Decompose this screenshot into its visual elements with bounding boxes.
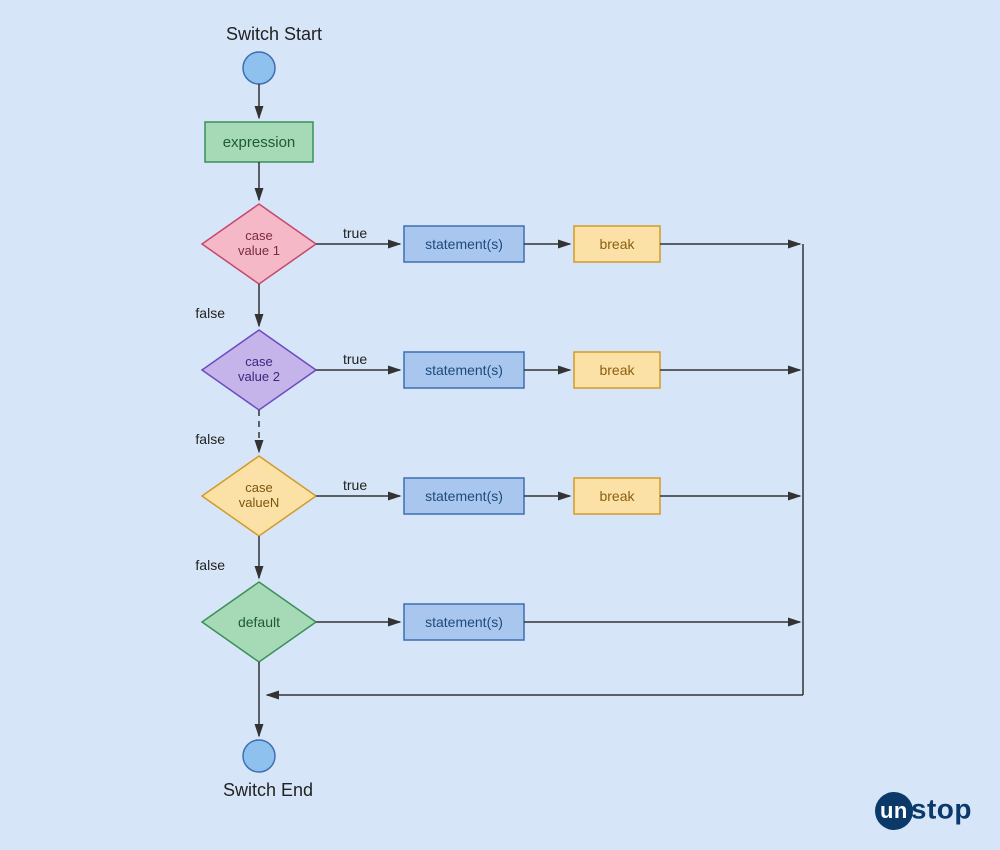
start-label: Switch Start	[226, 24, 322, 44]
break2-text: break	[599, 362, 635, 378]
breakN-text: break	[599, 488, 635, 504]
case2-text-line2: value 2	[238, 369, 280, 384]
case2-true-label: true	[343, 351, 367, 367]
caseN-false-label: false	[195, 557, 225, 573]
case1-text-line1: case	[245, 228, 272, 243]
logo-suffix: stop	[911, 793, 972, 824]
default-text: default	[238, 614, 280, 630]
end-circle	[243, 740, 275, 772]
stmt2-text: statement(s)	[425, 362, 503, 378]
end-label: Switch End	[223, 780, 313, 800]
caseN-text-line2: valueN	[239, 495, 279, 510]
stmt-default-text: statement(s)	[425, 614, 503, 630]
caseN-text-line1: case	[245, 480, 272, 495]
logo-circle: un	[875, 792, 913, 830]
caseN-true-label: true	[343, 477, 367, 493]
stmtN-text: statement(s)	[425, 488, 503, 504]
start-circle	[243, 52, 275, 84]
switch-flowchart: Switch Start expression case value 1 tru…	[0, 0, 1000, 850]
stmt1-text: statement(s)	[425, 236, 503, 252]
case2-text-line1: case	[245, 354, 272, 369]
case1-text-line2: value 1	[238, 243, 280, 258]
case2-false-label: false	[195, 431, 225, 447]
break1-text: break	[599, 236, 635, 252]
unstop-logo: unstop	[875, 792, 972, 830]
case1-false-label: false	[195, 305, 225, 321]
expression-text: expression	[223, 134, 296, 151]
case1-true-label: true	[343, 225, 367, 241]
